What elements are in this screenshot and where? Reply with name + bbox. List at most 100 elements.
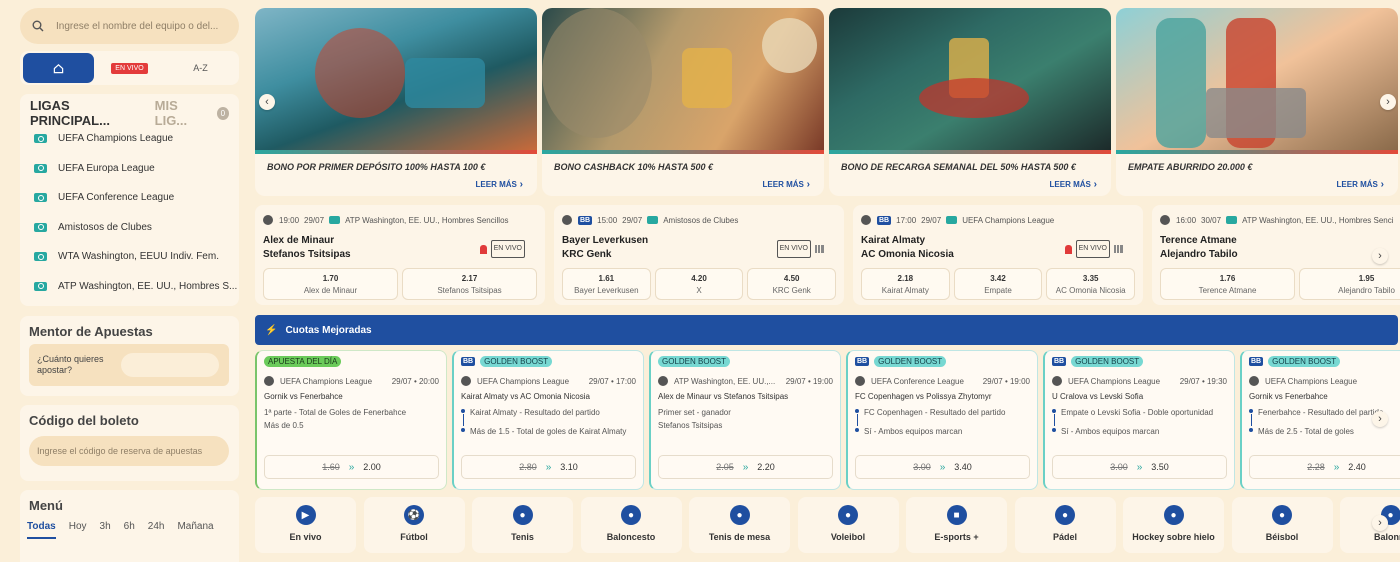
promo-next-button[interactable]: › — [1380, 94, 1396, 110]
odds-button[interactable]: 4.20 X — [654, 268, 744, 300]
sport-item[interactable]: ▶ En vivo — [255, 497, 356, 553]
odds-button[interactable]: 1.76 Terence Atmane — [1160, 268, 1295, 300]
promo-read-more[interactable]: LEER MÁS — [1050, 179, 1097, 190]
promo-title: BONO POR PRIMER DEPÓSITO 100% HASTA 100 … — [267, 162, 486, 172]
sport-label: Baloncesto — [606, 532, 656, 542]
live-tab[interactable]: EN VIVO — [94, 53, 165, 83]
menu-tab[interactable]: Mañana — [177, 521, 213, 539]
promo-read-more[interactable]: LEER MÁS — [476, 179, 523, 190]
sports-next-button[interactable]: › — [1372, 515, 1388, 531]
boost-card[interactable]: GOLDEN BOOST ATP Washington, EE. UU.,... 2… — [649, 350, 841, 490]
odds-button[interactable]: 2.17 Stefanos Tsitsipas — [402, 268, 537, 300]
match-card[interactable]: 19:00 29/07 ATP Washington, EE. UU., Hombr… — [255, 205, 545, 305]
ticket-code-input[interactable] — [29, 436, 229, 466]
ticket-code-panel: Código del boleto — [20, 405, 239, 481]
match-card[interactable]: 16:00 30/07 ATP Washington, EE. UU., Hombr… — [1152, 205, 1400, 305]
odds-label: Alex de Minaur — [303, 286, 358, 295]
sport-item[interactable]: ● Hockey sobre hielo — [1123, 497, 1224, 553]
match-card[interactable]: BB 17:00 29/07 UEFA Champions League Kairat … — [853, 205, 1143, 305]
live-badge: EN VIVO — [490, 240, 525, 258]
league-item[interactable]: WTA Washington, EEUU Indiv. Fem. — [20, 242, 239, 272]
league-item[interactable]: UEFA Champions League — [20, 124, 239, 154]
boost-odds-button[interactable]: 1.60 » 2.00 — [264, 455, 439, 479]
stats-icon[interactable] — [815, 245, 824, 253]
sport-item[interactable]: ● Tenis — [472, 497, 573, 553]
sport-item[interactable]: ●Balonm — [1340, 497, 1400, 553]
sport-item[interactable]: ● Baloncesto — [580, 497, 682, 553]
odds-button[interactable]: 1.70 Alex de Minaur — [263, 268, 398, 300]
odds-button[interactable]: 2.18 Kairat Almaty — [861, 268, 950, 300]
odds-button[interactable]: 1.95 Alejandro Tabilo — [1299, 268, 1400, 300]
promo-prev-button[interactable]: ‹ — [259, 94, 275, 110]
promo-card[interactable]: EMPATE ABURRIDO 20.000 € LEER MÁS — [1116, 8, 1398, 196]
sport-label: Balonm — [1373, 532, 1400, 542]
promo-read-more[interactable]: LEER MÁS — [1337, 179, 1384, 190]
boost-odds-button[interactable]: 2.05 » 2.20 — [658, 455, 833, 479]
boost-tags: GOLDEN BOOST — [658, 354, 833, 368]
boost-line: Más de 0.5 — [264, 421, 304, 430]
league-item[interactable]: Amistosos de Clubes — [20, 213, 239, 243]
boost-selection: Kairat Almaty - Resultado del partido — [461, 405, 636, 426]
live-stream-icon[interactable] — [1064, 244, 1072, 254]
sport-item[interactable]: ⚽ Fútbol — [363, 497, 465, 553]
bet-builder-badge: BB — [461, 356, 476, 366]
odds-value: 1.61 — [598, 274, 615, 283]
match-card[interactable]: BB 15:00 29/07 Amistosos de Clubes Bayer Lev… — [554, 205, 844, 305]
boosted-odds: 3.10 — [560, 462, 578, 472]
boost-odds-button[interactable]: 3.00 » 3.40 — [855, 455, 1030, 479]
menu-tab[interactable]: 24h — [148, 521, 165, 539]
stats-icon[interactable] — [1114, 245, 1123, 253]
odds-button[interactable]: 1.61 Bayer Leverkusen — [562, 268, 651, 300]
match-date: 30/07 — [1201, 215, 1222, 225]
odds-button[interactable]: 3.35 AC Omonia Nicosia — [1046, 268, 1136, 300]
live-indicator: EN VIVO — [479, 240, 525, 258]
menu-tab[interactable]: Todas — [27, 521, 56, 539]
odds-value: 2.18 — [897, 274, 914, 283]
sport-item[interactable]: ● Pádel — [1014, 497, 1116, 553]
boost-card[interactable]: BB GOLDEN BOOST UEFA Champions League 29/07… — [452, 350, 644, 490]
promo-card[interactable]: BONO DE RECARGA SEMANAL DEL 50% HASTA 50… — [829, 8, 1111, 196]
league-item[interactable]: UEFA Europa League — [20, 154, 239, 184]
boost-card[interactable]: APUESTA DEL DÍA UEFA Champions League 29/0… — [255, 350, 447, 490]
live-stream-icon[interactable] — [479, 244, 487, 254]
search-input[interactable] — [56, 20, 226, 32]
az-tab[interactable]: A-Z — [165, 53, 236, 83]
league-item[interactable]: ATP Washington, EE. UU., Hombres S... — [20, 272, 239, 302]
boost-card[interactable]: BB GOLDEN BOOST UEFA Conference League 29/0… — [846, 350, 1038, 490]
sport-item[interactable]: ● Voleibol — [797, 497, 899, 553]
boost-match: FC Copenhagen vs Polissya Zhytomyr — [855, 392, 992, 401]
my-leagues-tab[interactable]: MIS LIG... — [155, 98, 211, 128]
search-bar[interactable] — [20, 8, 239, 44]
sport-icon — [1052, 376, 1062, 386]
odds-button[interactable]: 4.50 KRC Genk — [747, 268, 837, 300]
sport-item[interactable]: ● Béisbol — [1231, 497, 1333, 553]
sport-icon — [562, 215, 572, 225]
menu-tab[interactable]: Hoy — [69, 521, 87, 539]
top-leagues-tab[interactable]: LIGAS PRINCIPAL... — [30, 98, 147, 128]
match-date: 29/07 — [304, 215, 325, 225]
boost-odds-button[interactable]: 2.80 » 3.10 — [461, 455, 636, 479]
sport-item[interactable]: ● Tenis de mesa — [689, 497, 790, 553]
menu-tab[interactable]: 6h — [124, 521, 135, 539]
odds-button[interactable]: 3.42 Empate — [953, 268, 1043, 300]
match-league: ATP Washington, EE. UU., Hombres Senci — [1242, 215, 1394, 225]
promo-card[interactable]: BONO POR PRIMER DEPÓSITO 100% HASTA 100 … — [255, 8, 537, 196]
boost-selection: Empate o Levski Sofia - Doble oportunida… — [1052, 405, 1227, 426]
boosts-next-button[interactable]: › — [1372, 411, 1388, 427]
league-item[interactable]: UEFA Conference League — [20, 183, 239, 213]
match-league: Amistosos de Clubes — [663, 215, 739, 225]
home-tab[interactable] — [23, 53, 94, 83]
menu-tab[interactable]: 3h — [100, 521, 111, 539]
soccer-ball-icon: ⚽ — [404, 505, 424, 525]
boost-card[interactable]: BB GOLDEN BOOST UEFA Champions League 29/07… — [1043, 350, 1235, 490]
boost-odds-button[interactable]: 2.28 » 2.40 — [1249, 455, 1400, 479]
chevron-left-icon: ‹ — [265, 96, 269, 108]
trophy-icon — [1226, 216, 1238, 224]
sport-item[interactable]: ■ E-sports + — [906, 497, 1007, 553]
bet-amount-input[interactable] — [121, 353, 219, 377]
promo-read-more[interactable]: LEER MÁS — [763, 179, 810, 190]
boosted-odds: 2.20 — [757, 462, 775, 472]
promo-card[interactable]: BONO CASHBACK 10% HASTA 500 € LEER MÁS — [542, 8, 824, 196]
boost-odds-button[interactable]: 3.00 » 3.50 — [1052, 455, 1227, 479]
matches-next-button[interactable]: › — [1372, 248, 1388, 264]
